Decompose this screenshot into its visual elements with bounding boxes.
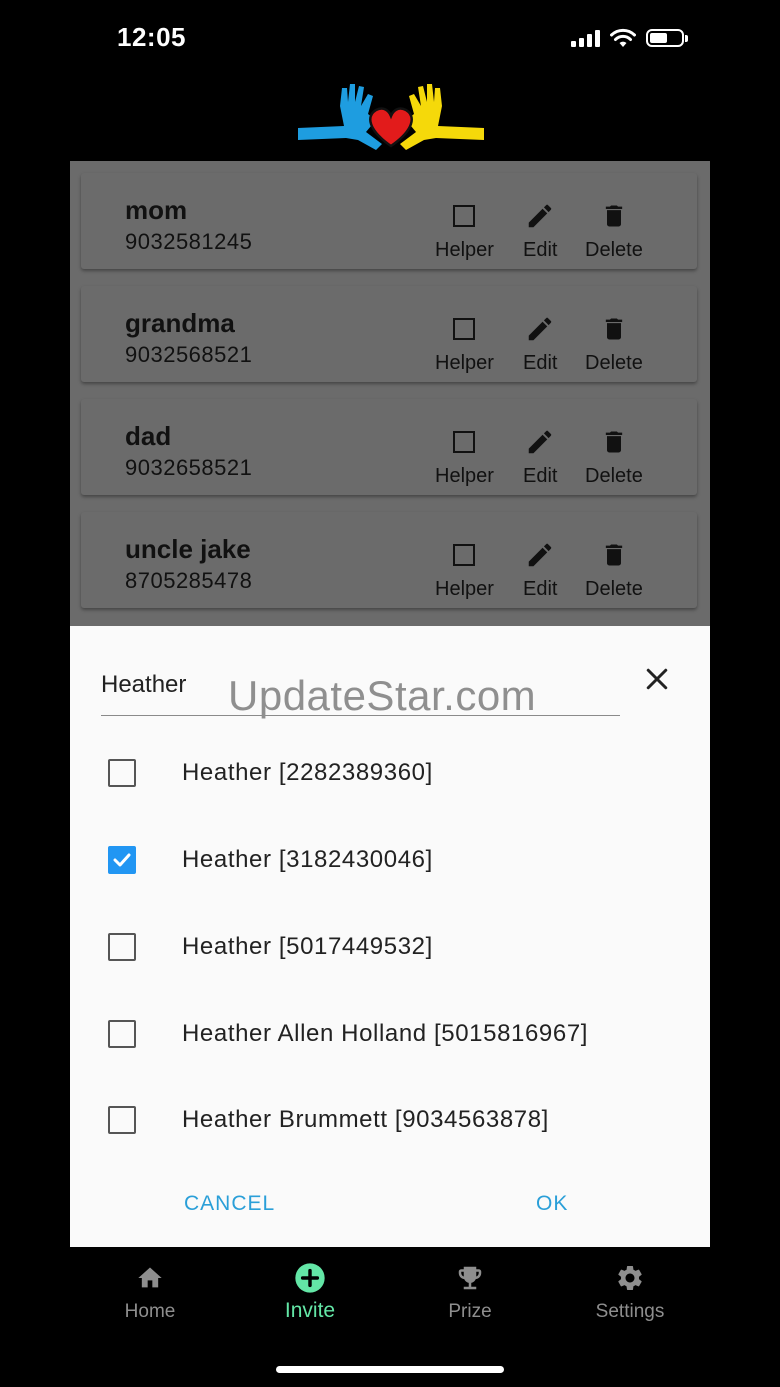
delete-button[interactable]: Delete xyxy=(585,199,643,262)
nav-home-label: Home xyxy=(124,1301,176,1322)
search-input[interactable] xyxy=(101,660,620,716)
contact-name: uncle jake xyxy=(125,534,251,564)
nav-invite-label: Invite xyxy=(284,1299,336,1322)
delete-label: Delete xyxy=(585,578,643,600)
contact-phone: 8705285478 xyxy=(125,568,253,593)
contact-card: mom 9032581245 Helper Edit Delete xyxy=(81,173,697,269)
helper-label: Helper xyxy=(435,578,494,600)
checkbox-outline-icon xyxy=(453,544,476,566)
delete-button[interactable]: Delete xyxy=(585,538,643,601)
contact-name: mom xyxy=(125,195,188,225)
contact-card: dad 9032658521 Helper Edit Delete xyxy=(81,399,697,495)
nav-prize-label: Prize xyxy=(448,1301,492,1322)
contact-phone: 9032658521 xyxy=(125,455,253,480)
nav-settings-label: Settings xyxy=(595,1301,665,1322)
edit-button[interactable]: Edit xyxy=(523,425,557,488)
checkbox[interactable] xyxy=(108,759,136,787)
contact-option[interactable]: Heather [3182430046] xyxy=(108,830,668,890)
helper-toggle[interactable]: Helper xyxy=(435,312,494,375)
edit-button[interactable]: Edit xyxy=(523,199,557,262)
checkbox-outline-icon xyxy=(453,205,476,227)
pencil-icon xyxy=(528,430,552,454)
close-icon[interactable] xyxy=(642,664,672,694)
checkbox[interactable] xyxy=(108,933,136,961)
delete-button[interactable]: Delete xyxy=(585,425,643,488)
status-icons xyxy=(571,28,688,48)
helper-label: Helper xyxy=(435,239,494,261)
helper-toggle[interactable]: Helper xyxy=(435,199,494,262)
contact-option[interactable]: Heather [2282389360] xyxy=(108,743,668,803)
home-icon xyxy=(138,1267,162,1288)
edit-label: Edit xyxy=(523,465,558,487)
contact-phone: 9032581245 xyxy=(125,229,253,254)
contact-option[interactable]: Heather Brummett [9034563878] xyxy=(108,1090,668,1150)
contact-option[interactable]: Heather Allen Holland [5015816967] xyxy=(108,1004,668,1064)
trash-icon xyxy=(605,544,623,566)
nav-prize[interactable]: Prize xyxy=(390,1263,550,1323)
nav-home[interactable]: Home xyxy=(70,1263,230,1323)
status-bar: 12:05 xyxy=(0,0,780,78)
option-label: Heather [5017449532] xyxy=(182,933,433,960)
pencil-icon xyxy=(528,204,552,228)
delete-label: Delete xyxy=(585,239,643,261)
cellular-signal-icon xyxy=(571,29,600,47)
edit-label: Edit xyxy=(523,239,558,261)
contact-name: dad xyxy=(125,421,172,451)
add-circle-icon xyxy=(295,1263,325,1293)
edit-label: Edit xyxy=(523,578,558,600)
checkbox-outline-icon xyxy=(453,318,476,340)
option-label: Heather Allen Holland [5015816967] xyxy=(182,1020,589,1047)
wifi-icon xyxy=(610,28,636,47)
gear-icon xyxy=(618,1266,642,1290)
trash-icon xyxy=(605,205,623,227)
battery-icon xyxy=(646,29,688,47)
option-label: Heather [2282389360] xyxy=(182,759,433,786)
helper-toggle[interactable]: Helper xyxy=(435,538,494,601)
edit-button[interactable]: Edit xyxy=(523,312,557,375)
delete-button[interactable]: Delete xyxy=(585,312,643,375)
option-label: Heather [3182430046] xyxy=(182,846,433,873)
home-indicator xyxy=(276,1366,504,1373)
edit-button[interactable]: Edit xyxy=(523,538,557,601)
contact-picker-dialog: UpdateStar.com Heather [2282389360] Heat… xyxy=(70,626,710,1247)
checkbox[interactable] xyxy=(108,1106,136,1134)
option-label: Heather Brummett [9034563878] xyxy=(182,1106,549,1133)
helper-label: Helper xyxy=(435,352,494,374)
contact-card: grandma 9032568521 Helper Edit Delete xyxy=(81,286,697,382)
contact-card: uncle jake 8705285478 Helper Edit Delete xyxy=(81,512,697,608)
pencil-icon xyxy=(528,317,552,341)
checkbox-checked[interactable] xyxy=(108,846,136,874)
pencil-icon xyxy=(528,543,552,567)
check-icon xyxy=(113,853,131,867)
edit-label: Edit xyxy=(523,352,558,374)
battery-fill xyxy=(650,33,667,43)
app-logo xyxy=(298,84,484,150)
contact-name: grandma xyxy=(125,308,235,338)
helper-label: Helper xyxy=(435,465,494,487)
checkbox-outline-icon xyxy=(453,431,476,453)
nav-invite[interactable]: Invite xyxy=(230,1263,390,1323)
helper-toggle[interactable]: Helper xyxy=(435,425,494,488)
nav-settings[interactable]: Settings xyxy=(550,1263,710,1323)
cancel-button[interactable]: CANCEL xyxy=(184,1192,275,1216)
trash-icon xyxy=(605,318,623,340)
delete-label: Delete xyxy=(585,352,643,374)
status-time: 12:05 xyxy=(117,22,186,52)
trophy-icon xyxy=(458,1266,482,1290)
delete-label: Delete xyxy=(585,465,643,487)
contact-option[interactable]: Heather [5017449532] xyxy=(108,917,668,977)
contact-list: mom 9032581245 Helper Edit Delete grandm… xyxy=(70,161,710,626)
ok-button[interactable]: OK xyxy=(536,1192,568,1216)
contact-phone: 9032568521 xyxy=(125,342,253,367)
trash-icon xyxy=(605,431,623,453)
checkbox[interactable] xyxy=(108,1020,136,1048)
